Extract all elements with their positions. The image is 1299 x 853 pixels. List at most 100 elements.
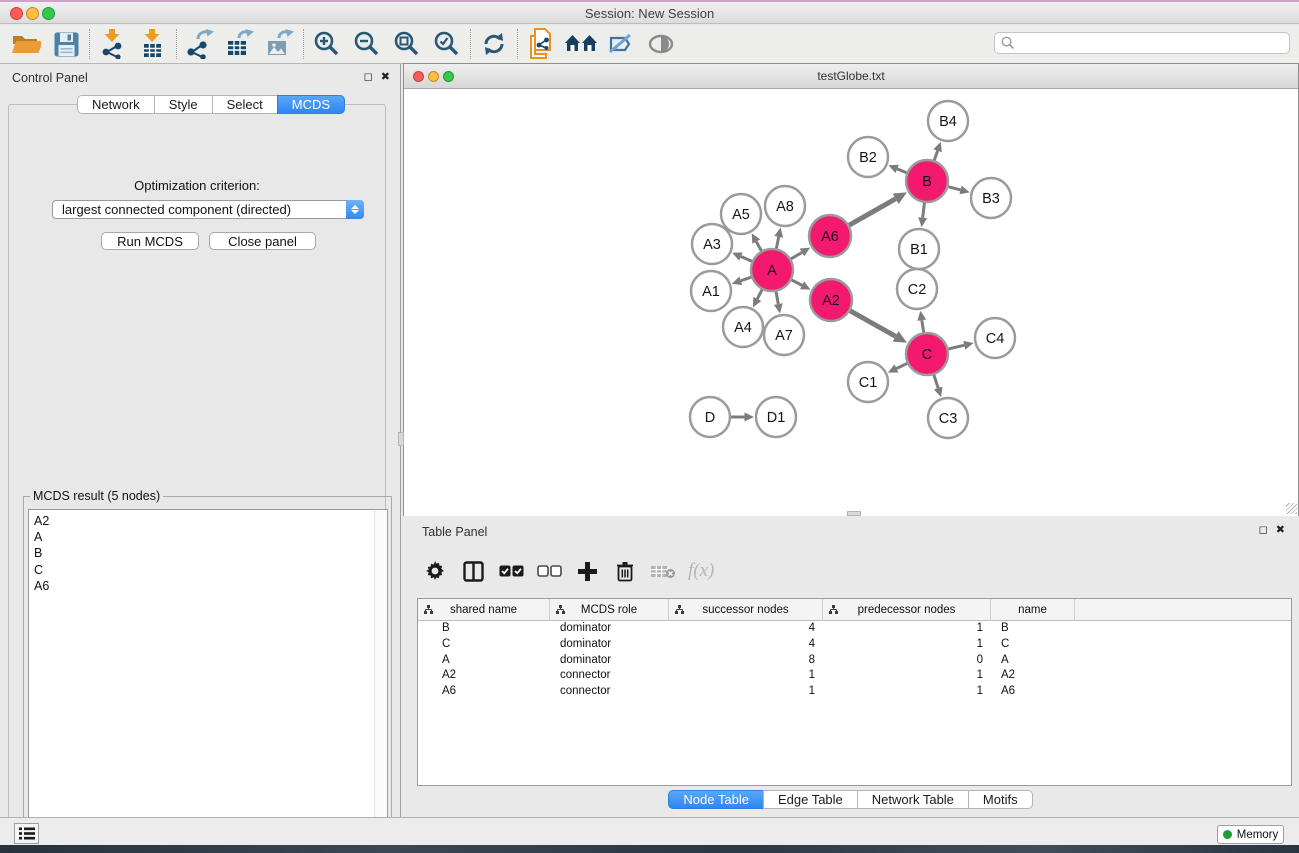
memory-button[interactable]: Memory: [1217, 825, 1284, 844]
table-row[interactable]: Cdominator41C: [418, 637, 1291, 653]
mcds-result-item[interactable]: A: [29, 529, 373, 545]
mcds-result-item[interactable]: A6: [29, 578, 373, 594]
delete-table-button[interactable]: [650, 556, 676, 586]
graph-edge-A6-B[interactable]: [849, 199, 896, 225]
graph-edge-A-A8[interactable]: [776, 237, 778, 249]
graph-edge-B-B2[interactable]: [897, 169, 906, 173]
float-panel-icon[interactable]: ◻: [1259, 523, 1268, 536]
zoom-out-button[interactable]: [347, 27, 387, 61]
graph-node-A5[interactable]: A5: [721, 194, 761, 234]
criterion-dropdown[interactable]: largest connected component (directed): [52, 200, 364, 219]
export-image-button[interactable]: [260, 27, 300, 61]
table-row[interactable]: Bdominator41B: [418, 621, 1291, 637]
graph-edge-A-A1[interactable]: [741, 277, 751, 281]
deselect-all-button[interactable]: [536, 556, 562, 586]
table-settings-button[interactable]: [422, 556, 448, 586]
graph-node-C3[interactable]: C3: [928, 398, 968, 438]
table-row[interactable]: Adominator80A: [418, 653, 1291, 669]
close-panel-icon[interactable]: ✖: [381, 70, 390, 83]
graph-node-A1[interactable]: A1: [691, 271, 731, 311]
graph-edge-C-C3[interactable]: [934, 375, 938, 388]
graph-edge-B-B3[interactable]: [948, 187, 960, 190]
graph-node-A6[interactable]: A6: [809, 215, 851, 257]
table-row[interactable]: A2connector11A2: [418, 668, 1291, 684]
import-table-button[interactable]: [133, 27, 173, 61]
network-graph[interactable]: A A1 A2 A3 A4 A5 A6 A7 A8 B B1 B2 B3B4 C C1 C2 C3C4 D D1: [404, 89, 1298, 516]
graph-node-C1[interactable]: C1: [848, 362, 888, 402]
graph-node-A3[interactable]: A3: [692, 224, 732, 264]
float-panel-icon[interactable]: ◻: [364, 70, 373, 83]
import-network-button[interactable]: [93, 27, 133, 61]
refresh-button[interactable]: [474, 27, 514, 61]
graph-node-D1[interactable]: D1: [756, 397, 796, 437]
splitter-grip[interactable]: [847, 511, 861, 516]
tab-select[interactable]: Select: [212, 95, 278, 114]
tab-mcds[interactable]: MCDS: [277, 95, 345, 114]
ndex-export-button[interactable]: [521, 27, 561, 61]
graph-edge-C-C2[interactable]: [922, 320, 924, 332]
graph-node-C[interactable]: C: [906, 333, 948, 375]
graph-edge-A-A7[interactable]: [776, 292, 778, 304]
graph-node-A8[interactable]: A8: [765, 186, 805, 226]
graph-node-B[interactable]: B: [906, 160, 948, 202]
run-mcds-button[interactable]: Run MCDS: [101, 232, 199, 250]
select-all-button[interactable]: [498, 556, 524, 586]
ndex-open-button[interactable]: [561, 27, 601, 61]
add-row-button[interactable]: [574, 556, 600, 586]
column-header-mcds-role[interactable]: MCDS role: [550, 599, 669, 621]
graph-edge-A-A4[interactable]: [757, 290, 762, 299]
tab-network[interactable]: Network: [77, 95, 155, 114]
mcds-result-item[interactable]: B: [29, 545, 373, 561]
column-header-shared-name[interactable]: shared name: [418, 599, 550, 621]
save-session-button[interactable]: [46, 27, 86, 61]
show-column-button[interactable]: [460, 556, 486, 586]
tab-edge-table[interactable]: Edge Table: [763, 790, 858, 809]
show-details-button[interactable]: [641, 27, 681, 61]
graph-node-B2[interactable]: B2: [848, 137, 888, 177]
open-session-button[interactable]: [6, 27, 46, 61]
graph-edge-A2-C[interactable]: [850, 311, 895, 337]
zoom-in-button[interactable]: [307, 27, 347, 61]
graph-edge-A-A2[interactable]: [792, 280, 802, 285]
splitter-grip[interactable]: [398, 432, 404, 446]
resize-grip-icon[interactable]: [1286, 503, 1297, 514]
mcds-result-item[interactable]: C: [29, 562, 373, 578]
graph-node-D[interactable]: D: [690, 397, 730, 437]
tab-style[interactable]: Style: [154, 95, 213, 114]
column-header-successor-nodes[interactable]: successor nodes: [669, 599, 823, 621]
graph-node-B3[interactable]: B3: [971, 178, 1011, 218]
graph-edge-C-C4[interactable]: [948, 345, 964, 349]
search-input[interactable]: [1015, 36, 1289, 50]
function-builder-button[interactable]: f(x): [688, 556, 714, 586]
close-panel-icon[interactable]: ✖: [1276, 523, 1285, 536]
graph-edge-A-A6[interactable]: [791, 252, 802, 258]
tab-network-table[interactable]: Network Table: [857, 790, 969, 809]
mcds-result-item[interactable]: A2: [29, 513, 373, 529]
zoom-selected-button[interactable]: [427, 27, 467, 61]
graph-node-A2[interactable]: A2: [810, 279, 852, 321]
close-panel-button[interactable]: Close panel: [209, 232, 316, 250]
column-header-predecessor-nodes[interactable]: predecessor nodes: [823, 599, 991, 621]
graph-edge-B-B4[interactable]: [934, 151, 937, 161]
hide-labels-button[interactable]: [601, 27, 641, 61]
graph-edge-B-B1[interactable]: [923, 203, 925, 218]
tab-node-table[interactable]: Node Table: [668, 790, 764, 809]
export-table-button[interactable]: [220, 27, 260, 61]
graph-node-C4[interactable]: C4: [975, 318, 1015, 358]
export-network-button[interactable]: [180, 27, 220, 61]
graph-node-B1[interactable]: B1: [899, 229, 939, 269]
graph-edge-C-C1[interactable]: [896, 363, 907, 368]
graph-node-A7[interactable]: A7: [764, 315, 804, 355]
table-row[interactable]: A6connector11A6: [418, 684, 1291, 700]
graph-node-A[interactable]: A: [751, 249, 793, 291]
graph-node-A4[interactable]: A4: [723, 307, 763, 347]
result-scrollbar[interactable]: [374, 510, 387, 832]
task-history-button[interactable]: [14, 823, 39, 844]
graph-node-C2[interactable]: C2: [897, 269, 937, 309]
zoom-fit-button[interactable]: [387, 27, 427, 61]
graph-edge-A-A3[interactable]: [741, 257, 752, 262]
graph-node-B4[interactable]: B4: [928, 101, 968, 141]
delete-row-button[interactable]: [612, 556, 638, 586]
graph-edge-A-A5[interactable]: [756, 242, 761, 251]
network-canvas[interactable]: A A1 A2 A3 A4 A5 A6 A7 A8 B B1 B2 B3B4 C C1 C2 C3C4 D D1: [404, 89, 1298, 516]
